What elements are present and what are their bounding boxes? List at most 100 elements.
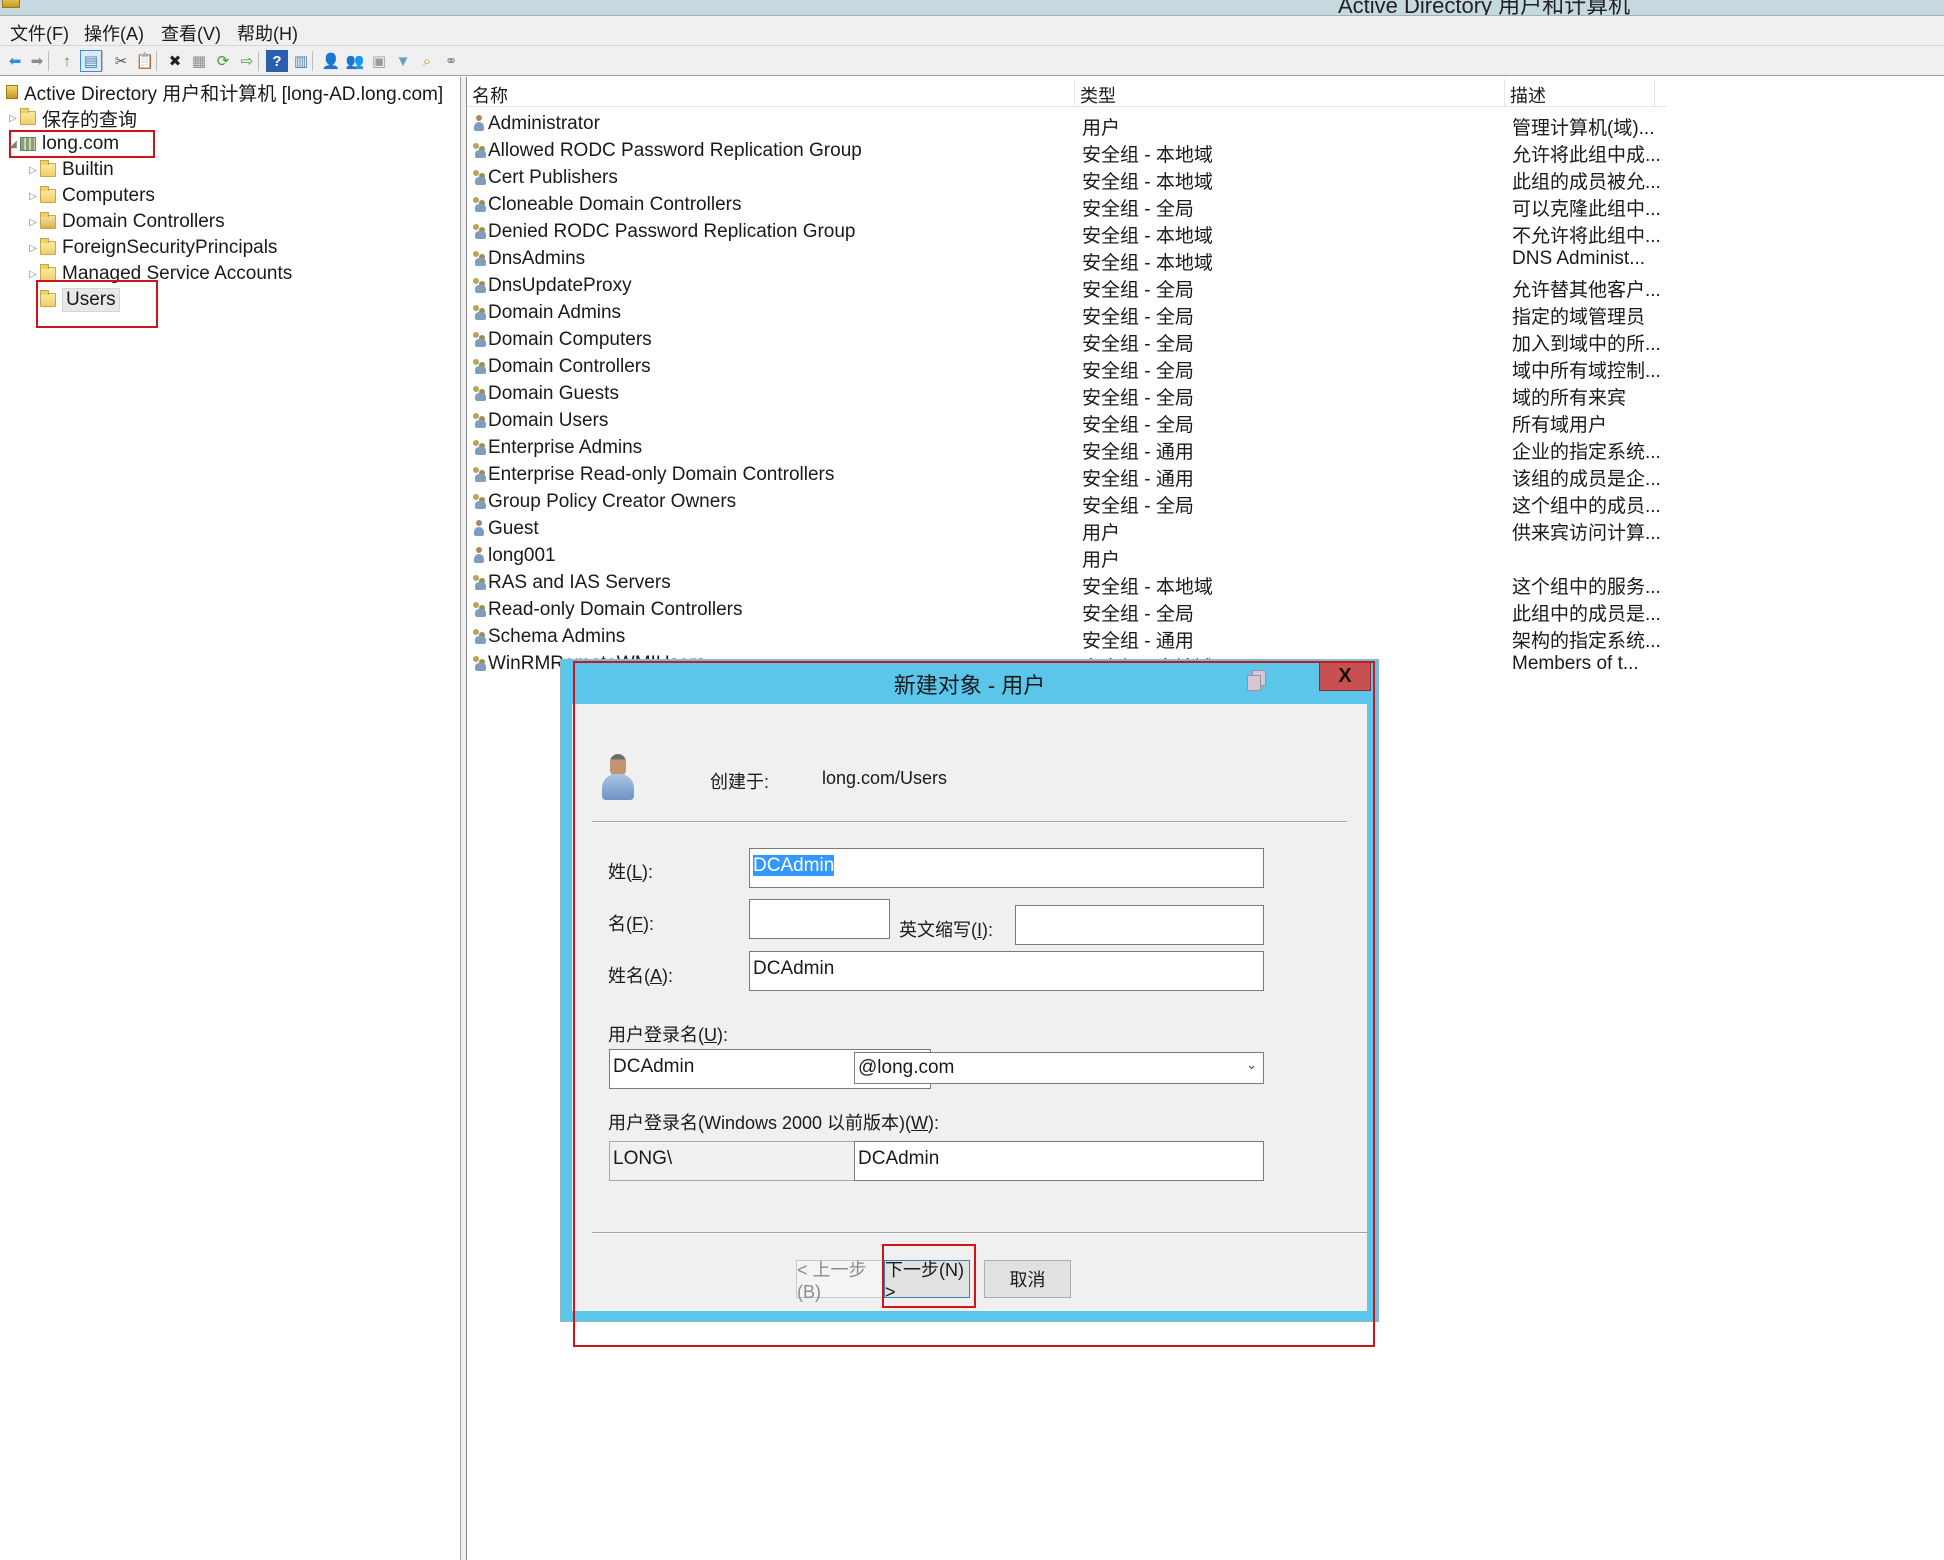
dialog-title-bar[interactable]: 新建对象 - 用户 X bbox=[561, 660, 1378, 703]
column-header-description[interactable]: 描述 bbox=[1505, 79, 1655, 107]
tree-item[interactable]: ▷ Domain Controllers bbox=[26, 209, 225, 235]
tree-root[interactable]: Active Directory 用户和计算机 [long-AD.long.co… bbox=[6, 79, 443, 105]
pre2000-logon-label: 用户登录名(Windows 2000 以前版本)(W): bbox=[608, 1113, 940, 1133]
list-row[interactable]: Allowed RODC Password Replication Group 安… bbox=[467, 138, 1944, 166]
pre2000-name-input[interactable]: DCAdmin bbox=[854, 1141, 1264, 1181]
new-user-icon[interactable]: 👤 bbox=[320, 50, 342, 72]
tree-item[interactable]: ▷ 保存的查询 bbox=[6, 105, 137, 131]
show-action-pane-icon[interactable]: ▥ bbox=[290, 50, 312, 72]
created-in-value: long.com/Users bbox=[822, 768, 948, 788]
cell-name: long001 bbox=[472, 545, 556, 567]
created-in-label: 创建于: bbox=[710, 772, 770, 792]
menu-help[interactable]: 帮助(H) bbox=[237, 20, 298, 46]
expand-toggle-icon[interactable]: ▷ bbox=[6, 113, 20, 124]
list-row[interactable]: Administrator 用户 管理计算机(域)... bbox=[467, 111, 1944, 139]
cell-type: 安全组 - 全局 bbox=[1082, 496, 1194, 517]
cell-type: 安全组 - 本地域 bbox=[1082, 577, 1213, 598]
cell-name: Domain Users bbox=[472, 410, 608, 432]
cell-description: DNS Administ... bbox=[1512, 248, 1646, 269]
cell-description: 此组中的成员是... bbox=[1512, 604, 1661, 625]
tree-item[interactable]: ◢ long.com bbox=[6, 131, 119, 157]
list-row[interactable]: Cloneable Domain Controllers 安全组 - 全局 可以克隆… bbox=[467, 192, 1944, 220]
export-list-icon[interactable]: ⇨ bbox=[236, 50, 258, 72]
tree-item-label: Domain Controllers bbox=[62, 211, 225, 232]
new-ou-icon[interactable]: ▣ bbox=[368, 50, 390, 72]
cell-description: 不允许将此组中... bbox=[1512, 226, 1661, 247]
list-row[interactable]: Read-only Domain Controllers 安全组 - 全局 此组中的… bbox=[467, 597, 1944, 625]
cell-type: 用户 bbox=[1082, 118, 1121, 139]
cell-type: 安全组 - 本地域 bbox=[1082, 172, 1213, 193]
tree-item[interactable]: ▷ Builtin bbox=[26, 157, 114, 183]
dialog-close-button[interactable]: X bbox=[1319, 661, 1371, 691]
delete-icon[interactable]: ✖ bbox=[164, 50, 186, 72]
cell-description: 这个组中的成员... bbox=[1512, 496, 1661, 517]
initials-input[interactable] bbox=[1015, 905, 1264, 945]
user-icon bbox=[472, 519, 486, 537]
list-row[interactable]: Denied RODC Password Replication Group 安全… bbox=[467, 219, 1944, 247]
expand-toggle-icon[interactable]: ▷ bbox=[26, 269, 40, 280]
cell-name: RAS and IAS Servers bbox=[472, 572, 671, 594]
menu-action[interactable]: 操作(A) bbox=[84, 20, 144, 46]
cell-name: Cloneable Domain Controllers bbox=[472, 194, 741, 216]
expand-toggle-icon[interactable]: ▷ bbox=[26, 191, 40, 202]
list-row[interactable]: Group Policy Creator Owners 安全组 - 全局 这个组中的… bbox=[467, 489, 1944, 517]
menu-file[interactable]: 文件(F) bbox=[10, 20, 69, 46]
list-row[interactable]: long001 用户 bbox=[467, 543, 1944, 571]
window-title-bar: Active Directory 用户和计算机 bbox=[0, 0, 1944, 16]
help-icon[interactable]: ? bbox=[266, 50, 288, 72]
ou-folder-icon bbox=[40, 212, 56, 229]
window-restore-icon[interactable] bbox=[1247, 670, 1266, 691]
list-row[interactable]: Guest 用户 供来宾访问计算... bbox=[467, 516, 1944, 544]
back-icon[interactable]: ⬅ bbox=[4, 50, 26, 72]
list-row[interactable]: Enterprise Admins 安全组 - 通用 企业的指定系统... bbox=[467, 435, 1944, 463]
list-row[interactable]: Enterprise Read-only Domain Controllers 安… bbox=[467, 462, 1944, 490]
add-to-group-icon[interactable]: ⚭ bbox=[440, 50, 462, 72]
list-row[interactable]: Domain Guests 安全组 - 全局 域的所有来宾 bbox=[467, 381, 1944, 409]
cut-icon[interactable]: ✂ bbox=[110, 50, 132, 72]
tree-item[interactable]: Users bbox=[26, 287, 120, 313]
cell-name-text: Domain Computers bbox=[488, 329, 652, 350]
expand-toggle-icon[interactable]: ▷ bbox=[26, 217, 40, 228]
full-name-input[interactable]: DCAdmin bbox=[749, 951, 1264, 991]
upn-suffix-select[interactable]: @long.com ⌄ bbox=[854, 1052, 1264, 1084]
list-row[interactable]: DnsAdmins 安全组 - 本地域 DNS Administ... bbox=[467, 246, 1944, 274]
cell-name: DnsUpdateProxy bbox=[472, 275, 632, 297]
cell-name-text: Domain Users bbox=[488, 410, 609, 431]
tree-item[interactable]: ▷ Managed Service Accounts bbox=[26, 261, 292, 287]
cell-type: 用户 bbox=[1082, 523, 1121, 544]
list-row[interactable]: DnsUpdateProxy 安全组 - 全局 允许替其他客户... bbox=[467, 273, 1944, 301]
expand-toggle-icon[interactable]: ▷ bbox=[26, 243, 40, 254]
back-button[interactable]: < 上一步(B) bbox=[796, 1260, 886, 1302]
paste-icon[interactable]: 📋 bbox=[134, 50, 156, 72]
last-name-input[interactable]: DCAdmin bbox=[749, 848, 1264, 888]
list-row[interactable]: RAS and IAS Servers 安全组 - 本地域 这个组中的服务... bbox=[467, 570, 1944, 598]
group-icon bbox=[472, 600, 486, 618]
expand-toggle-icon[interactable]: ◢ bbox=[6, 139, 20, 150]
forward-icon[interactable]: ➡ bbox=[26, 50, 48, 72]
cell-name: Denied RODC Password Replication Group bbox=[472, 221, 856, 243]
find-icon[interactable]: ⌕ bbox=[416, 50, 438, 72]
properties-icon[interactable]: ▦ bbox=[188, 50, 210, 72]
tree-item-label: Builtin bbox=[62, 159, 114, 180]
list-row[interactable]: Cert Publishers 安全组 - 本地域 此组的成员被允... bbox=[467, 165, 1944, 193]
new-group-icon[interactable]: 👥 bbox=[344, 50, 366, 72]
menu-view[interactable]: 查看(V) bbox=[161, 20, 221, 46]
refresh-icon[interactable]: ⟳ bbox=[212, 50, 234, 72]
up-folder-icon[interactable]: ↑ bbox=[56, 50, 78, 72]
next-button[interactable]: 下一步(N) > bbox=[884, 1260, 970, 1302]
column-header-type[interactable]: 类型 bbox=[1075, 79, 1505, 107]
list-row[interactable]: Domain Users 安全组 - 全局 所有域用户 bbox=[467, 408, 1944, 436]
cell-description: 这个组中的服务... bbox=[1512, 577, 1661, 598]
expand-toggle-icon[interactable]: ▷ bbox=[26, 165, 40, 176]
show-hide-console-tree-icon[interactable]: ▤ bbox=[80, 50, 102, 72]
list-row[interactable]: Domain Computers 安全组 - 全局 加入到域中的所... bbox=[467, 327, 1944, 355]
list-row[interactable]: Domain Admins 安全组 - 全局 指定的域管理员 bbox=[467, 300, 1944, 328]
filter-icon[interactable]: ▼ bbox=[392, 50, 414, 72]
cancel-button[interactable]: 取消 bbox=[984, 1260, 1071, 1298]
tree-item[interactable]: ▷ ForeignSecurityPrincipals bbox=[26, 235, 277, 261]
first-name-input[interactable] bbox=[749, 899, 890, 939]
column-header-name[interactable]: 名称 bbox=[467, 79, 1075, 107]
list-row[interactable]: Schema Admins 安全组 - 通用 架构的指定系统... bbox=[467, 624, 1944, 652]
tree-item[interactable]: ▷ Computers bbox=[26, 183, 155, 209]
list-row[interactable]: Domain Controllers 安全组 - 全局 域中所有域控制... bbox=[467, 354, 1944, 382]
